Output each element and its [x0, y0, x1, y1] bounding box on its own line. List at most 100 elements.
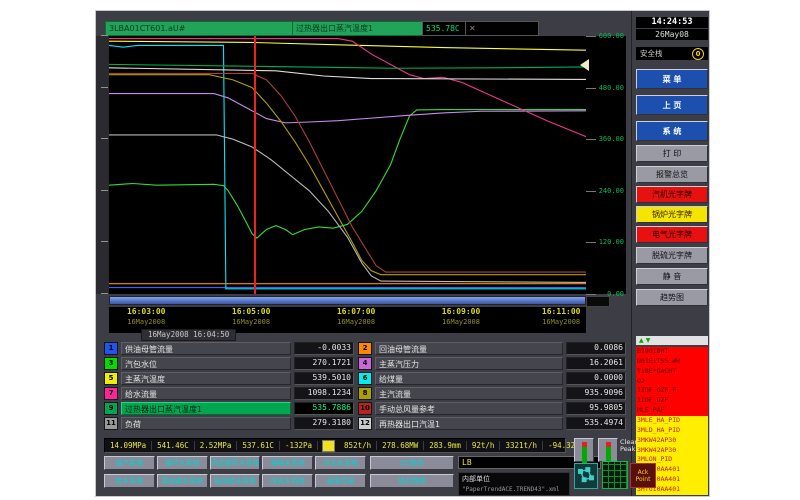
sidebar-button[interactable]: 锅炉光字牌 [636, 206, 708, 223]
legend-row[interactable]: 2回油母管流量0.0086 [358, 342, 626, 355]
sidebar-button[interactable]: 菜 单 [636, 69, 708, 89]
legend-row[interactable]: 8主汽流量935.9096 [358, 387, 626, 400]
legend-row[interactable]: 3汽包水位270.1721 [104, 357, 354, 370]
nav-button[interactable]: 抽汽系统 [104, 456, 155, 470]
nav-button[interactable]: 低加疏水系统 [210, 474, 261, 488]
point-select-field[interactable]: ✕ [465, 21, 539, 36]
info-line-2: "PaperTrendACE.TREND43".xml [462, 486, 566, 493]
legend-row[interactable]: 11负荷279.3180 [104, 417, 354, 430]
sidebar: 14:24:53 26May08 安全栈 0 菜 单上 页系 统打 印报警总览汽… [631, 11, 710, 497]
status-value: 541.46C [152, 441, 195, 450]
legend-row[interactable]: 10手动总风量参考95.9805 [358, 402, 626, 415]
point-name-field[interactable]: 过热器出口蒸汽温度1 [292, 21, 424, 36]
time-axis-tick: 16:03:0016May2008 [127, 307, 166, 326]
cc-operation-button[interactable]: CC操作 [370, 456, 454, 470]
legend-label: 负荷 [121, 417, 291, 430]
time-axis-tick: 16:05:0016May2008 [232, 307, 271, 326]
legend-value: 535.7886 [294, 402, 354, 415]
nav-button[interactable]: 闭式水系统 [262, 474, 313, 488]
trend-line-manual-total-air-ref [109, 73, 586, 272]
scrollbar-end-button[interactable] [586, 296, 610, 307]
legend-label: 给煤量 [375, 372, 563, 385]
sidebar-button[interactable]: 电气光字牌 [636, 226, 708, 243]
status-value: 278.68MW [377, 441, 424, 450]
legend-label: 主汽流量 [375, 387, 563, 400]
status-value: 852t/h [339, 441, 377, 450]
legend-label: 再热器出口汽温1 [375, 417, 563, 430]
legend-value: 270.1721 [294, 357, 354, 370]
alarm-item[interactable]: 3MLE_HA_PID [636, 416, 708, 426]
alarm-item[interactable]: MLE_PAF [636, 406, 708, 416]
legend-color-swatch: 6 [358, 372, 372, 385]
safety-stack-count: 0 [692, 48, 704, 60]
legend-row[interactable]: 1供油母管流量-0.0033 [104, 342, 354, 355]
legend-row[interactable]: 5主蒸汽温度539.5010 [104, 372, 354, 385]
legend-column-right: 2回油母管流量0.0086 4主蒸汽压力16.2061 6给煤量0.0000 8主汽流… [358, 342, 626, 430]
clock: 14:24:53 [636, 17, 708, 28]
limit-bar-icon [582, 442, 587, 463]
ack-point-button[interactable]: Ack Point [630, 463, 656, 488]
limit-indicator-2[interactable] [598, 438, 618, 462]
alarm-item[interactable]: O2 [636, 377, 708, 387]
alarm-list-header[interactable]: ▲ ▼ [636, 336, 708, 345]
clear-peak-label[interactable]: Clear Peak [620, 439, 654, 454]
sidebar-button[interactable]: 静 音 [636, 268, 708, 285]
time-cursor-line[interactable] [254, 36, 256, 294]
legend-color-swatch: 10 [358, 402, 372, 415]
alarm-item[interactable]: 1IDF_GZF [636, 396, 708, 406]
tick-time-label: 16:07:00 [337, 307, 376, 316]
network-icon[interactable] [574, 463, 598, 489]
nav-button[interactable]: 凝结水系统 [262, 456, 313, 470]
nav-button[interactable]: 高加疏水系统 [157, 474, 208, 488]
nav-row-1: 抽汽系统循环水系统闭式循环水系统凝结水系统开式水系统 [104, 456, 366, 470]
trend-file-info: 内部单位 "PaperTrendACE.TREND43".xml [458, 472, 570, 496]
alarm-item[interactable]: 1IDF_GZF_F [636, 386, 708, 396]
legend-label: 供油母管流量 [121, 342, 291, 355]
trend-grid-icon[interactable] [602, 461, 628, 489]
status-value: -132Pa [280, 441, 318, 450]
status-value: 92t/h [467, 441, 501, 450]
legend-color-swatch: 7 [104, 387, 118, 400]
alarm-item[interactable]: T18E*GACHT [636, 367, 708, 377]
trend-line-coal-feed [109, 45, 586, 288]
sidebar-button[interactable]: 上 页 [636, 95, 708, 115]
status-value: 537.61C [237, 441, 280, 450]
safety-stack-label: 安全栈 [640, 48, 692, 59]
sidebar-button[interactable]: 汽机光字牌 [636, 186, 708, 203]
trend-lines-svg [109, 36, 586, 294]
nav-button[interactable]: 循环水系统 [157, 456, 208, 470]
legend-column-left: 1供油母管流量-0.0033 3汽包水位270.1721 5主蒸汽温度539.501… [104, 342, 354, 430]
sidebar-button[interactable]: 趋势图 [636, 289, 708, 306]
nav-button[interactable]: 闭式循环水系统 [210, 456, 261, 470]
legend-row[interactable]: 7给水流量1098.1234 [104, 387, 354, 400]
time-axis-tick: 16:09:0016May2008 [442, 307, 481, 326]
alarm-item[interactable]: B39O1BHT [636, 347, 708, 357]
left-tick-mark [101, 190, 108, 191]
unit-status-bar: 14.09MPa541.46C2.52MPa537.61C-132Pa852t/… [104, 438, 566, 453]
trend-plot-area[interactable] [109, 36, 586, 294]
legend-value: 0.0086 [566, 342, 626, 355]
nav-button[interactable]: 画面目录 [315, 474, 366, 488]
recall-trend-button[interactable]: 追忆趋势 [370, 474, 454, 488]
legend-color-swatch: 5 [104, 372, 118, 385]
limit-indicator-1[interactable] [574, 438, 594, 462]
sidebar-button[interactable]: 报警总览 [636, 166, 708, 183]
legend-row[interactable]: 12再热器出口汽温1535.4974 [358, 417, 626, 430]
legend-row[interactable]: 9过热器出口蒸汽温度1535.7886 [104, 402, 354, 415]
value-axis: 600.00480.00360.00240.00120.000.00 [586, 36, 626, 294]
info-line-1: 内部单位 [462, 474, 566, 484]
nav-button[interactable]: 给水系统 [104, 474, 155, 488]
legend-row[interactable]: 4主蒸汽压力16.2061 [358, 357, 626, 370]
safety-stack-indicator: 安全栈 0 [636, 47, 708, 60]
sidebar-button[interactable]: 脱硫光字牌 [636, 247, 708, 264]
sidebar-button[interactable]: 打 印 [636, 145, 708, 162]
left-tick-mark [101, 293, 108, 294]
alarm-item[interactable]: N01E1TSS.#H [636, 357, 708, 367]
point-tag-field[interactable]: 3LBA01CT601.aU# [105, 21, 295, 36]
time-scrollbar[interactable] [109, 296, 586, 305]
alarm-item[interactable]: 3MLD_HA_PID [636, 426, 708, 436]
legend-row[interactable]: 6给煤量0.0000 [358, 372, 626, 385]
status-mode-icon[interactable] [322, 440, 335, 452]
nav-button[interactable]: 开式水系统 [315, 456, 366, 470]
sidebar-button[interactable]: 系 统 [636, 121, 708, 141]
